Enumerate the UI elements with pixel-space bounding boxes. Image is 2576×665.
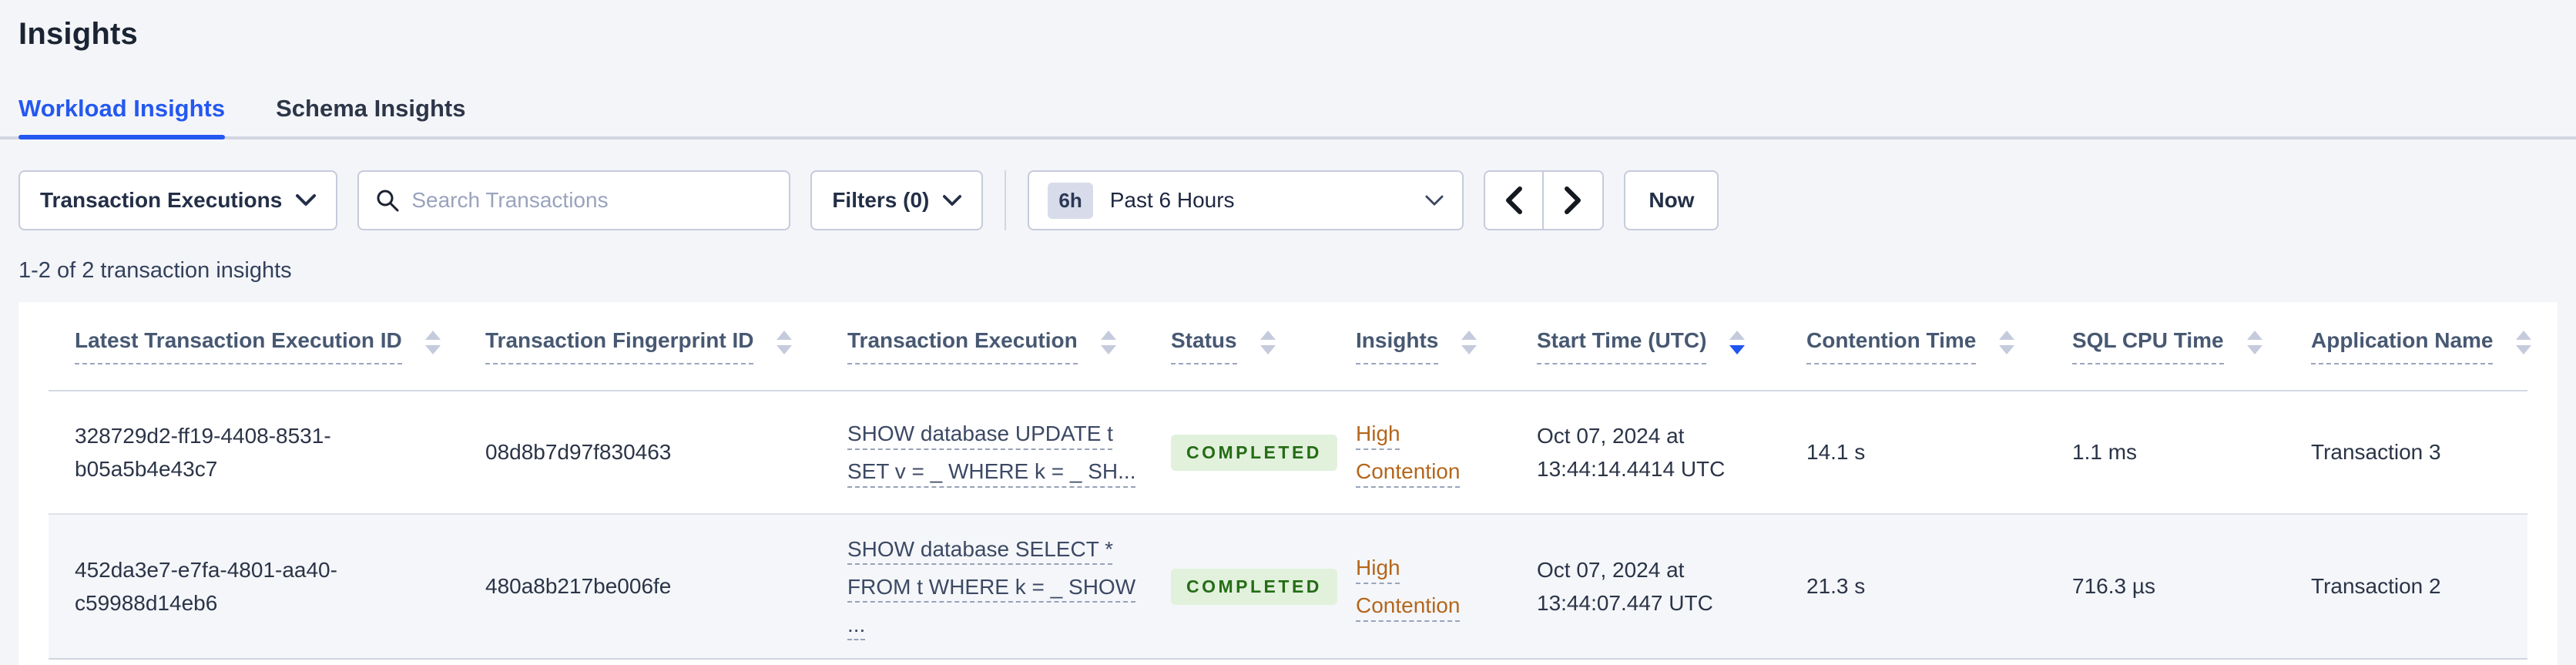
time-window-pager xyxy=(1484,170,1605,230)
insight-high-contention-link[interactable]: High Contention xyxy=(1356,415,1503,490)
column-header-contention-time: Contention Time xyxy=(1780,302,2046,391)
page-title: Insights xyxy=(18,17,138,51)
table-row: 328729d2-ff19-4408-8531-b05a5b4e43c7 08d… xyxy=(49,391,2527,514)
sort-toggle-icon[interactable] xyxy=(2246,330,2262,354)
now-button[interactable]: Now xyxy=(1624,170,1719,230)
sort-toggle-icon[interactable] xyxy=(424,330,441,354)
execution-type-label: Transaction Executions xyxy=(40,188,283,212)
fingerprint-id-cell: 480a8b217be006fe xyxy=(485,574,672,599)
search-box[interactable] xyxy=(357,170,791,230)
chevron-left-icon xyxy=(1506,186,1523,214)
sort-toggle-icon[interactable] xyxy=(1100,330,1116,354)
insights-page: Insights Workload Insights Schema Insigh… xyxy=(0,0,2576,665)
results-summary: 1-2 of 2 transaction insights xyxy=(18,258,292,283)
filters-label: Filters (0) xyxy=(832,188,930,212)
latest-execution-id-cell: 452da3e7-e7fa-4801-aa40-c59988d14eb6 xyxy=(75,557,337,615)
column-header-application-name: Application Name xyxy=(2285,302,2532,391)
next-time-window-button[interactable] xyxy=(1544,172,1603,229)
sort-toggle-icon[interactable] xyxy=(776,330,793,354)
column-header-transaction-execution: Transaction Execution xyxy=(821,302,1145,391)
search-icon xyxy=(377,190,399,212)
chevron-down-icon xyxy=(1425,195,1444,205)
search-input[interactable] xyxy=(411,188,773,213)
previous-time-window-button[interactable] xyxy=(1485,172,1545,229)
contention-time-cell: 21.3 s xyxy=(1806,574,1866,599)
chevron-down-icon xyxy=(296,194,317,206)
toolbar: Transaction Executions Filters (0) 6h Pa… xyxy=(18,170,2558,230)
table-row: 452da3e7-e7fa-4801-aa40-c59988d14eb6 480… xyxy=(49,514,2527,659)
column-header-insights: Insights xyxy=(1330,302,1511,391)
chevron-down-icon xyxy=(943,194,962,206)
start-time-cell: Oct 07, 2024 at 13:44:14.4414 UTC xyxy=(1537,423,1726,481)
application-name-cell: Transaction 2 xyxy=(2311,574,2441,599)
filters-dropdown[interactable]: Filters (0) xyxy=(810,170,984,230)
execution-type-dropdown[interactable]: Transaction Executions xyxy=(18,170,338,230)
insight-high-contention-link[interactable]: High Contention xyxy=(1356,549,1503,624)
sql-cpu-time-cell: 716.3 µs xyxy=(2072,574,2155,599)
sort-toggle-icon[interactable] xyxy=(1461,330,1478,354)
status-badge: COMPLETED xyxy=(1171,568,1337,605)
column-header-status: Status xyxy=(1145,302,1330,391)
column-header-latest-transaction-execution-id: Latest Transaction Execution ID xyxy=(49,302,459,391)
time-range-label: Past 6 Hours xyxy=(1109,188,1235,212)
application-name-cell: Transaction 3 xyxy=(2311,440,2441,465)
sort-toggle-icon[interactable] xyxy=(2516,330,2532,354)
time-range-picker[interactable]: 6h Past 6 Hours xyxy=(1028,170,1464,230)
chevron-right-icon xyxy=(1565,186,1581,214)
contention-time-cell: 14.1 s xyxy=(1806,440,1866,465)
transaction-insights-table: Latest Transaction Execution ID Transact… xyxy=(49,302,2532,660)
sort-toggle-icon-active-desc[interactable] xyxy=(1729,330,1746,354)
tab-schema-insights[interactable]: Schema Insights xyxy=(276,95,465,139)
tab-workload-insights[interactable]: Workload Insights xyxy=(18,95,226,139)
latest-execution-id-cell: 328729d2-ff19-4408-8531-b05a5b4e43c7 xyxy=(75,423,331,481)
status-badge: COMPLETED xyxy=(1171,434,1337,471)
time-range-badge: 6h xyxy=(1048,182,1093,219)
column-header-transaction-fingerprint-id: Transaction Fingerprint ID xyxy=(459,302,821,391)
start-time-cell: Oct 07, 2024 at 13:44:07.447 UTC xyxy=(1537,557,1713,615)
fingerprint-id-cell: 08d8b7d97f830463 xyxy=(485,440,672,465)
insights-table-card: Latest Transaction Execution ID Transact… xyxy=(18,302,2558,665)
sort-toggle-icon[interactable] xyxy=(1999,330,2015,354)
toolbar-divider xyxy=(1005,170,1007,230)
insights-tabbar: Workload Insights Schema Insights xyxy=(0,95,2576,139)
column-header-start-time: Start Time (UTC) xyxy=(1511,302,1780,391)
column-header-sql-cpu-time: SQL CPU Time xyxy=(2046,302,2285,391)
table-header-row: Latest Transaction Execution ID Transact… xyxy=(49,302,2532,391)
transaction-execution-link[interactable]: SHOW database UPDATE t SET v = _ WHERE k… xyxy=(847,422,1136,483)
sql-cpu-time-cell: 1.1 ms xyxy=(2072,440,2138,465)
sort-toggle-icon[interactable] xyxy=(1259,330,1276,354)
transaction-execution-link[interactable]: SHOW database SELECT * FROM t WHERE k = … xyxy=(847,537,1135,636)
